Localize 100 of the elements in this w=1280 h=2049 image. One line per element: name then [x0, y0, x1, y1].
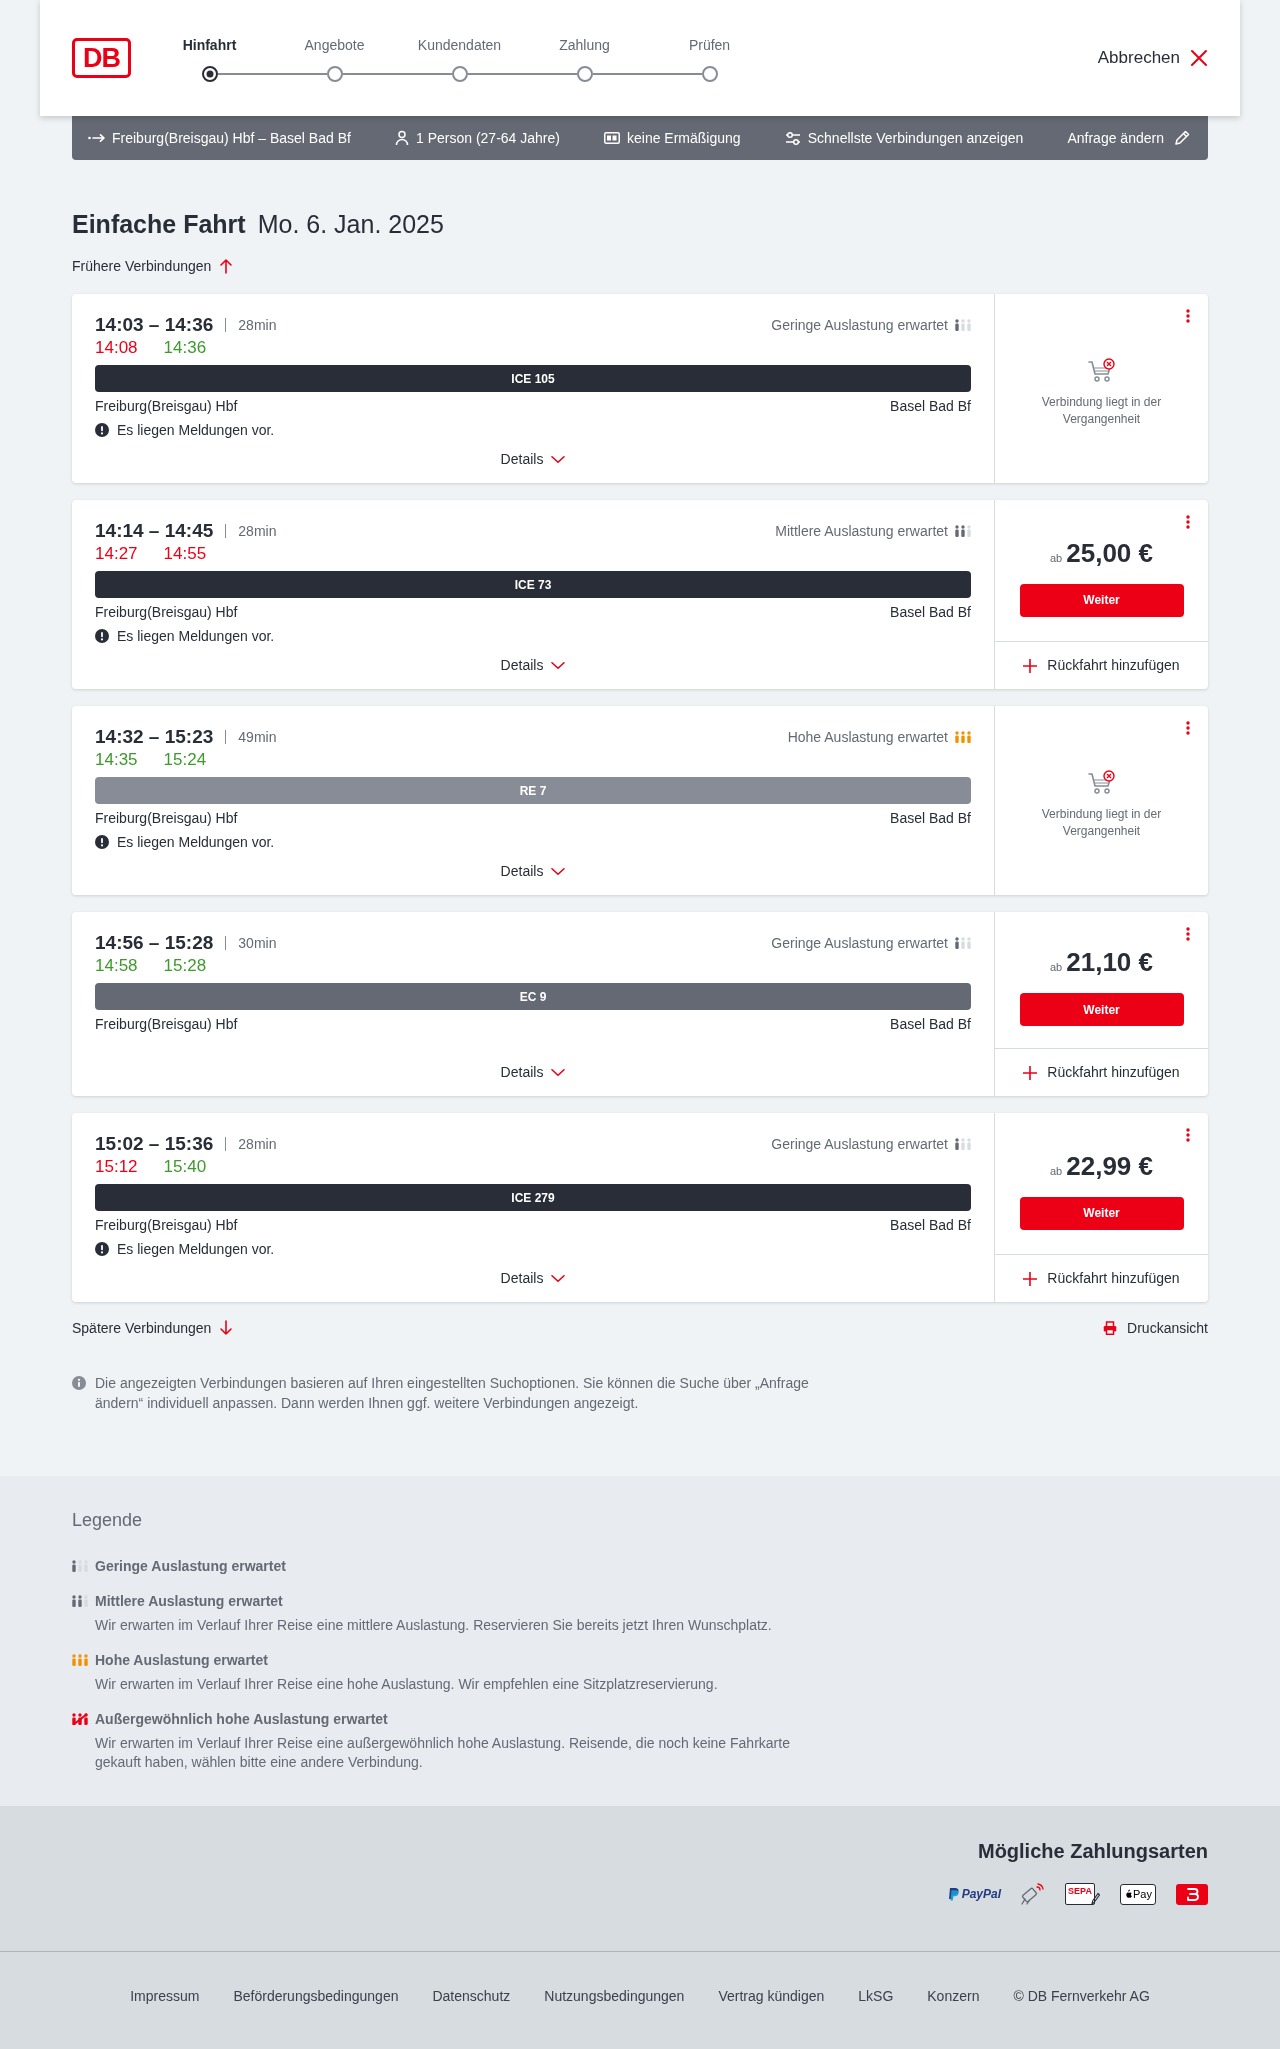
occupancy-people-icon — [955, 731, 971, 743]
continue-button[interactable]: Weiter — [1019, 993, 1184, 1026]
printer-icon — [1103, 1321, 1118, 1335]
earlier-connections-link[interactable]: Frühere Verbindungen — [72, 256, 234, 276]
step-label: Angebote — [304, 35, 365, 55]
cancel-button[interactable]: Abbrechen — [1097, 45, 1208, 71]
realtime: 14:36 — [163, 337, 207, 360]
origin-station: Freiburg(Breisgau) Hbf — [95, 1216, 238, 1235]
duration: 28min — [238, 315, 277, 335]
realtime: 14:58 — [95, 955, 138, 978]
occupancy-label: Mittlere Auslastung erwartet — [775, 521, 948, 541]
realtime: 15:40 — [163, 1156, 207, 1179]
origin-station: Freiburg(Breisgau) Hbf — [95, 397, 238, 416]
details-button[interactable]: Details — [500, 655, 566, 675]
realtime: 15:24 — [163, 749, 207, 772]
legend-label: Außergewöhnlich hohe Auslastung erwartet — [95, 1710, 389, 1729]
payment-methods-title: Mögliche Zahlungsarten — [977, 1839, 1208, 1864]
more-options-icon[interactable] — [1186, 1128, 1190, 1142]
plus-icon — [1023, 1065, 1038, 1080]
departure-arrival-times: 14:32 – 15:23 — [95, 725, 214, 749]
details-button[interactable]: Details — [500, 861, 566, 881]
train-bar: ICE 105 — [95, 365, 971, 392]
p-mark-icon — [947, 1887, 959, 1901]
passengers-text: 1 Person (27-64 Jahre) — [415, 128, 560, 148]
legend-description: Wir erwarten im Verlauf Ihrer Reise eine mittlere Auslastung. Reservieren Sie bereits jetzt Ihren Wunschplatz. — [95, 1616, 772, 1635]
more-options-icon[interactable] — [1186, 515, 1190, 529]
add-return-trip-link[interactable]: Rückfahrt hinzufügen — [1023, 1062, 1180, 1083]
legend-label: Hohe Auslastung erwartet — [95, 1651, 269, 1670]
chevron-down-icon — [551, 454, 566, 464]
train-bar: ICE 73 — [95, 571, 971, 598]
later-connections-link[interactable]: Spätere Verbindungen — [72, 1318, 234, 1338]
route-arrow-icon — [88, 133, 105, 143]
more-options-icon[interactable] — [1186, 309, 1190, 323]
add-return-trip-link[interactable]: Rückfahrt hinzufügen — [1023, 1268, 1180, 1289]
add-return-trip-link[interactable]: Rückfahrt hinzufügen — [1023, 655, 1180, 676]
occupancy-people-icon — [955, 937, 971, 949]
departure-arrival-times: 14:56 – 15:28 — [95, 931, 214, 955]
destination-station: Basel Bad Bf — [890, 603, 971, 622]
sliders-icon — [784, 130, 801, 146]
edit-search-button[interactable]: Anfrage ändern — [1067, 127, 1190, 149]
apple-icon — [1124, 1889, 1132, 1899]
exclamation-icon — [95, 835, 109, 849]
train-bar: EC 9 — [95, 983, 971, 1010]
exclamation-icon — [95, 1242, 109, 1256]
chevron-down-icon — [551, 1067, 566, 1077]
price-prefix: ab — [1050, 1163, 1063, 1179]
footer-link[interactable]: LkSG — [858, 1986, 894, 2006]
step-label: Zahlung — [559, 35, 610, 55]
realtime: 15:28 — [163, 955, 207, 978]
step-label: Kundendaten — [417, 35, 502, 55]
footer-link[interactable]: Konzern — [927, 1986, 980, 2006]
print-view-link[interactable]: Druckansicht — [1103, 1318, 1208, 1338]
legend-description: Wir erwarten im Verlauf Ihrer Reise eine außergewöhnlich hohe Auslastung. Reisende, die noch keine Fahrkarte gekauft haben, wählen bitte eine andere Verbindung. — [95, 1734, 791, 1772]
footer-link[interactable]: Nutzungsbedingungen — [544, 1986, 685, 2006]
duration: 28min — [238, 521, 277, 541]
notice-text: Es liegen Meldungen vor. — [117, 420, 275, 440]
details-button[interactable]: Details — [500, 449, 566, 469]
notice-text: Es liegen Meldungen vor. — [117, 626, 275, 646]
chevron-down-icon — [551, 660, 566, 670]
details-button[interactable]: Details — [500, 1062, 566, 1082]
origin-station: Freiburg(Breisgau) Hbf — [95, 603, 238, 622]
info-icon — [72, 1376, 86, 1390]
destination-station: Basel Bad Bf — [890, 397, 971, 416]
duration: 49min — [238, 727, 277, 747]
destination-station: Basel Bad Bf — [890, 1015, 971, 1034]
price-prefix: ab — [1050, 960, 1063, 975]
logo[interactable]: DB — [72, 38, 131, 78]
origin-station: Freiburg(Breisgau) Hbf — [95, 809, 238, 828]
legend-description: Wir erwarten im Verlauf Ihrer Reise eine hohe Auslastung. Wir empfehlen eine Sitzplatzreservierung. — [95, 1675, 718, 1694]
occupancy-label: Geringe Auslastung erwartet — [771, 933, 948, 953]
origin-station: Freiburg(Breisgau) Hbf — [95, 1015, 238, 1034]
person-icon — [394, 130, 409, 146]
travel-date: Mo. 6. Jan. 2025 — [257, 209, 444, 240]
sepa-document: SEPA — [1065, 1883, 1095, 1905]
duration: 28min — [238, 1134, 277, 1154]
chevron-down-icon — [551, 866, 566, 876]
more-options-icon[interactable] — [1186, 721, 1190, 735]
footer-link[interactable]: Impressum — [130, 1986, 200, 2006]
realtime: 14:08 — [95, 337, 138, 360]
footer-link[interactable]: Beförderungsbedingungen — [233, 1986, 399, 2006]
filter-text: Schnellste Verbindungen anzeigen — [807, 128, 1024, 148]
occupancy-people-icon — [955, 1138, 971, 1150]
cart-unavailable-icon — [1087, 769, 1116, 796]
occupancy-label: Geringe Auslastung erwartet — [771, 315, 948, 335]
cart-unavailable-icon — [1087, 357, 1116, 384]
occupancy-people-icon — [955, 525, 971, 537]
step-label: Hinfahrt — [182, 35, 237, 55]
footer-link[interactable]: Vertrag kündigen — [718, 1986, 825, 2006]
footer-link[interactable]: Datenschutz — [432, 1986, 511, 2006]
continue-button[interactable]: Weiter — [1019, 1196, 1184, 1230]
details-button[interactable]: Details — [500, 1268, 566, 1288]
destination-station: Basel Bad Bf — [890, 809, 971, 828]
continue-button[interactable]: Weiter — [1019, 583, 1184, 617]
more-options-icon[interactable] — [1186, 927, 1190, 941]
realtime: 14:35 — [95, 749, 138, 772]
legend-title: Legende — [72, 1509, 144, 1532]
departure-arrival-times: 14:14 – 14:45 — [95, 519, 214, 543]
info-note: Die angezeigten Verbindungen basieren auf Ihren eingestellten Suchoptionen. Sie können die Suche über „Anfrage ändern“ individuell anpassen. Dann werden Ihnen ggf. weitere Verbindungen angezeigt. — [95, 1374, 810, 1413]
notice-text: Es liegen Meldungen vor. — [117, 832, 275, 852]
page-title: Einfache Fahrt — [72, 209, 246, 240]
